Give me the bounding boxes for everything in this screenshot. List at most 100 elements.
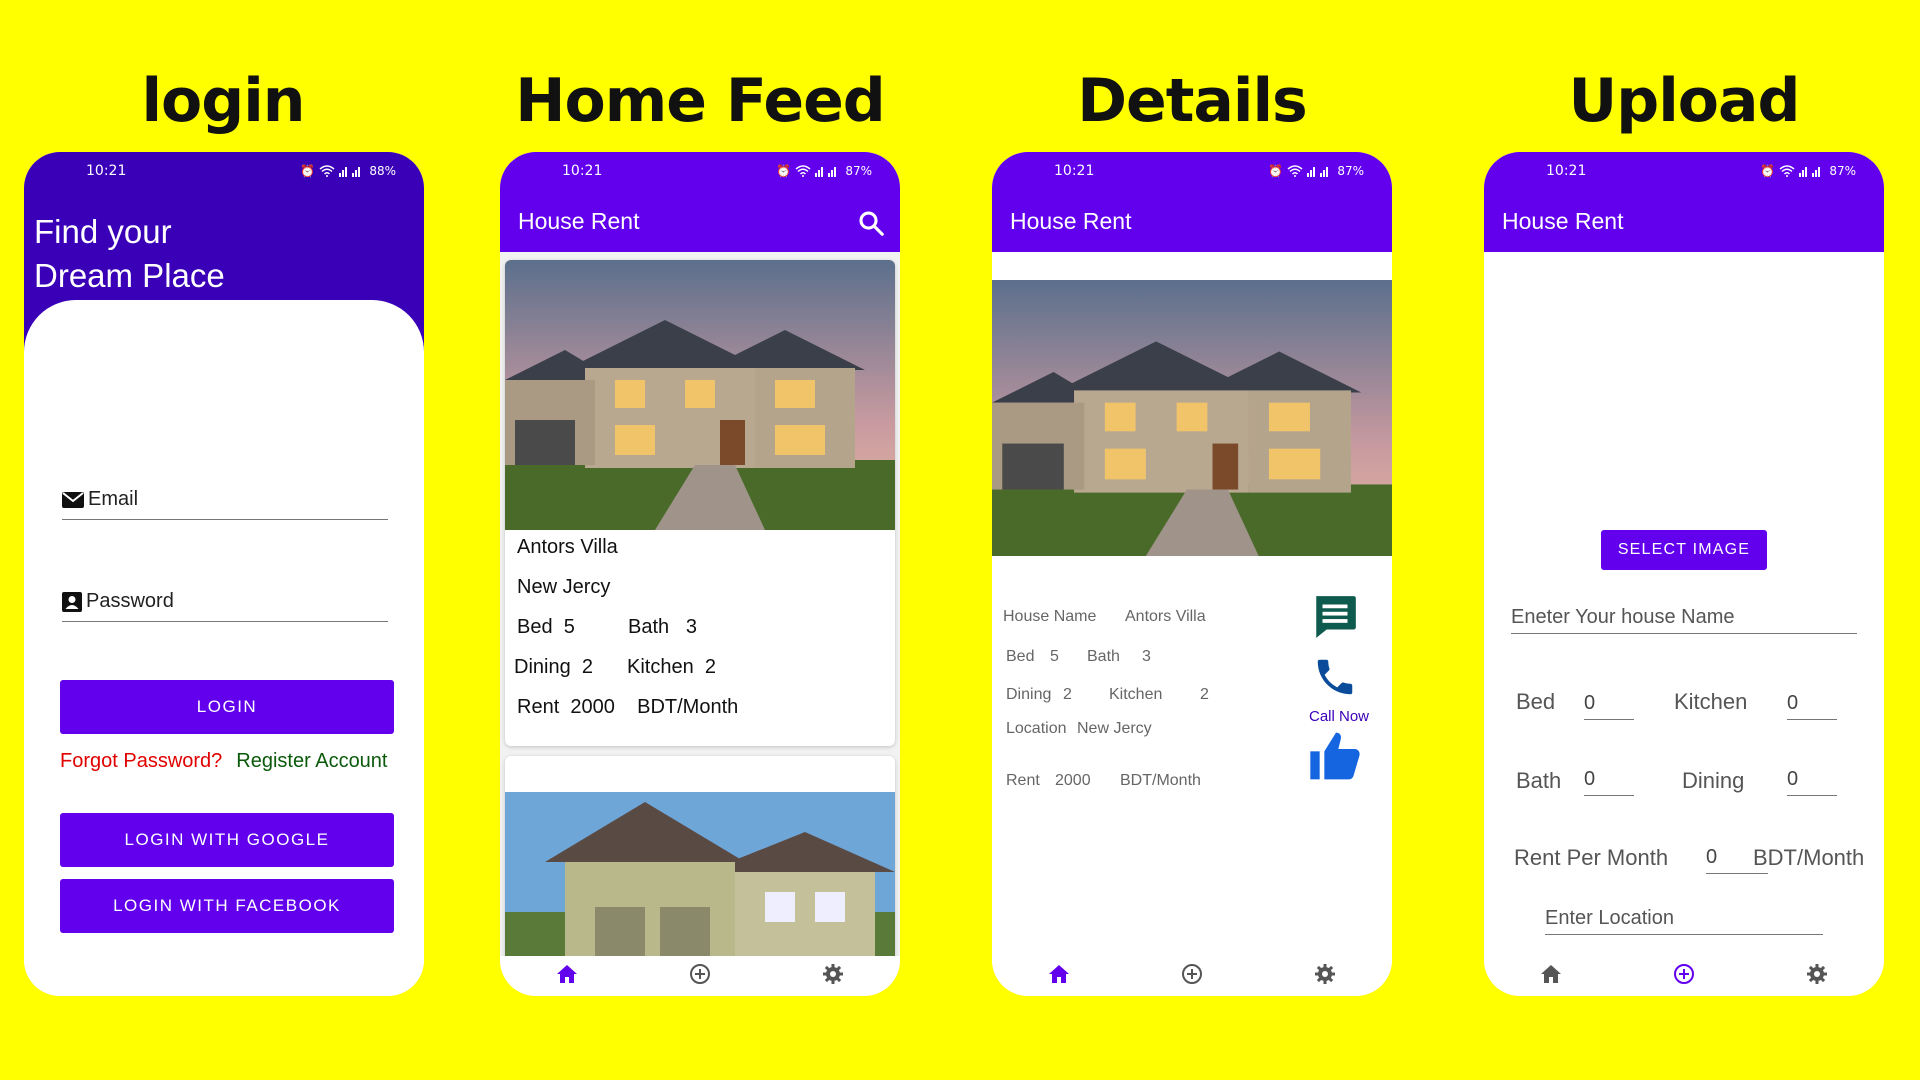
status-icons: ⏰ 87% (776, 164, 872, 178)
house-location: New Jercy (517, 576, 611, 598)
status-time: 10:21 (562, 163, 603, 179)
house-photo (505, 260, 895, 530)
thumbs-up-icon[interactable] (1308, 730, 1364, 782)
message-icon[interactable] (1310, 592, 1360, 642)
status-bar: 10:21 ⏰ 88% (24, 152, 424, 190)
status-bar: 10:21 ⏰ 87% (500, 152, 900, 190)
kitchen-label: Kitchen (1674, 689, 1748, 714)
bath-label: Bath (1087, 648, 1120, 665)
screen-title-feed: Home Feed (515, 66, 885, 136)
bed-label: Bed (1516, 689, 1556, 714)
phone-icon[interactable] (1312, 654, 1358, 700)
signal-icon (1307, 167, 1329, 177)
house-card[interactable]: Antors Villa New Jercy Bed 5 Bath 3 Dini… (505, 260, 895, 746)
wifi-icon (1779, 165, 1795, 177)
bed-input[interactable]: 0 (1584, 692, 1634, 720)
settings-icon[interactable] (1310, 959, 1340, 989)
email-field[interactable]: Email (62, 480, 388, 520)
rent-unit: BDT/Month (1753, 845, 1865, 870)
house-photo (505, 792, 895, 962)
rent-value: 2000 (1055, 772, 1091, 789)
login-with-facebook-button[interactable]: LOGIN WITH FACEBOOK (60, 879, 394, 933)
details-screen: House Rent 10:21 ⏰ 87% House Name Antors… (992, 152, 1392, 996)
add-circle-icon[interactable] (1669, 959, 1699, 989)
bottom-nav (992, 956, 1392, 996)
upload-screen: House Rent 10:21 ⏰ 87% SELECT IMAGE Enet… (1484, 152, 1884, 996)
bath-value: 3 (685, 616, 697, 638)
alarm-icon: ⏰ (1760, 164, 1776, 178)
bed-label: Bed (517, 616, 553, 638)
bath-input[interactable]: 0 (1584, 768, 1634, 796)
bath-row: Bath 3 (628, 616, 697, 639)
login-links: Forgot Password? Register Account (60, 750, 388, 773)
login-button[interactable]: LOGIN (60, 680, 394, 734)
bottom-nav (500, 956, 900, 996)
bath-label: Bath (628, 616, 670, 638)
rent-unit: BDT/Month (1120, 772, 1201, 789)
add-circle-icon[interactable] (685, 959, 715, 989)
rent-unit: BDT/Month (637, 696, 739, 718)
rent-value: 2000 (570, 696, 615, 718)
status-bar: 10:21 ⏰ 87% (1484, 152, 1884, 190)
kitchen-value: 2 (1200, 686, 1209, 703)
call-now-label[interactable]: Call Now (1294, 708, 1384, 725)
login-screen: 10:21 ⏰ 88% Find your Dream Place Email … (24, 152, 424, 996)
password-label: Password (86, 590, 174, 612)
house-name-label: House Name (1003, 608, 1097, 625)
status-bar: 10:21 ⏰ 87% (992, 152, 1392, 190)
dining-label: Dining (1682, 768, 1745, 793)
house-card[interactable] (505, 756, 895, 962)
app-title: House Rent (1010, 208, 1132, 234)
alarm-icon: ⏰ (776, 164, 792, 178)
settings-icon[interactable] (818, 959, 848, 989)
login-hero: Find your Dream Place (34, 210, 225, 298)
battery-level: 87% (1337, 164, 1364, 178)
bed-value: 5 (1050, 648, 1059, 665)
bath-value: 3 (1142, 648, 1151, 665)
email-label: Email (88, 488, 139, 510)
login-with-google-button[interactable]: LOGIN WITH GOOGLE (60, 813, 394, 867)
add-circle-icon[interactable] (1177, 959, 1207, 989)
status-time: 10:21 (1546, 163, 1587, 179)
wifi-icon (319, 165, 335, 177)
dining-label: Dining (1006, 686, 1052, 703)
location-label: Location (1006, 720, 1067, 737)
status-time: 10:21 (86, 163, 127, 179)
status-icons: ⏰ 87% (1760, 164, 1856, 178)
rent-label: Rent (1006, 772, 1040, 789)
select-image-button[interactable]: SELECT IMAGE (1601, 530, 1767, 570)
rent-label: Rent (517, 696, 560, 718)
kitchen-label: Kitchen (1109, 686, 1163, 703)
home-icon[interactable] (1044, 959, 1074, 989)
dining-input[interactable]: 0 (1787, 768, 1837, 796)
signal-icon (1799, 167, 1821, 177)
wifi-icon (795, 165, 811, 177)
status-icons: ⏰ 87% (1268, 164, 1364, 178)
rent-row: Rent 2000 BDT/Month (517, 696, 738, 719)
bed-label: Bed (1006, 648, 1035, 665)
house-name: Antors Villa (517, 536, 618, 558)
bottom-nav (1484, 956, 1884, 996)
house-photo (992, 280, 1392, 556)
battery-level: 87% (1829, 164, 1856, 178)
location-input[interactable]: Enter Location (1545, 907, 1823, 935)
settings-icon[interactable] (1802, 959, 1832, 989)
register-account-link[interactable]: Register Account (236, 750, 387, 773)
dining-row: Dining 2 (514, 656, 593, 679)
password-field[interactable]: Password (62, 582, 388, 622)
home-icon[interactable] (552, 959, 582, 989)
wifi-icon (1287, 165, 1303, 177)
forgot-password-link[interactable]: Forgot Password? (60, 750, 222, 773)
house-name-input[interactable]: Eneter Your house Name (1511, 606, 1857, 634)
alarm-icon: ⏰ (300, 164, 316, 178)
home-icon[interactable] (1536, 959, 1566, 989)
bed-row: Bed 5 (517, 616, 575, 639)
home-feed-screen: House Rent 10:21 ⏰ 87% Antors Villa New … (500, 152, 900, 996)
status-icons: ⏰ 88% (300, 164, 396, 178)
search-icon[interactable] (856, 208, 886, 238)
hero-line-2: Dream Place (34, 257, 225, 294)
location-value: New Jercy (1077, 720, 1152, 737)
dining-value: 2 (581, 656, 593, 678)
kitchen-input[interactable]: 0 (1787, 692, 1837, 720)
rent-label: Rent Per Month (1514, 845, 1669, 870)
